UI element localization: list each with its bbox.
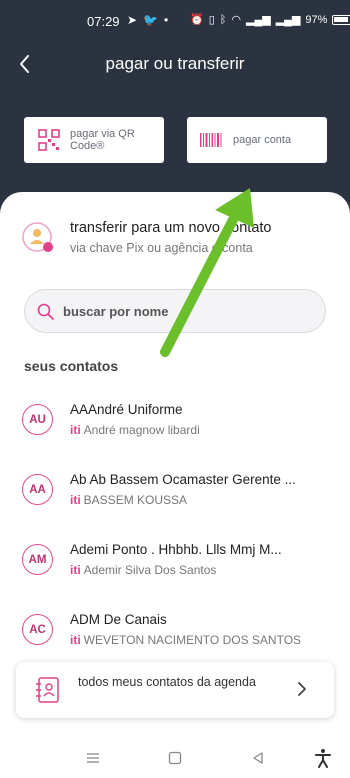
contact-subtitle: iti WEVETON NACIMENTO DOS SANTOS (70, 633, 302, 647)
contact-subtitle: iti Ademir Silva Dos Santos (70, 563, 217, 577)
address-book-icon (36, 677, 59, 703)
wifi-icon: ◠ (231, 14, 241, 26)
new-contact-subtitle: via chave Pix ou agência e conta (70, 241, 253, 255)
contact-item[interactable]: AM Ademi Ponto . Hhbhb. Llls Mmj M... it… (22, 542, 334, 584)
contacts-section-title: seus contatos (24, 358, 119, 374)
status-right: ⏰ ▯ ᛒ ◠ ▂▄▆ ▂▄▆ 97% (190, 13, 350, 26)
contact-item[interactable]: AU AAAndré Uniforme iti André magnow liba… (22, 402, 334, 444)
contact-item[interactable]: AC ADM De Canais iti WEVETON NACIMENTO DO… (22, 612, 334, 654)
notification-icons: ➤ 🐦 • (127, 13, 168, 27)
contact-name: AAAndré Uniforme (70, 402, 183, 417)
battery-percent: 97% (305, 13, 328, 26)
telegram-icon: ➤ (127, 13, 138, 27)
new-contact-title: transferir para um novo contato (70, 220, 272, 236)
dot-icon: • (164, 13, 169, 27)
back-nav-icon[interactable] (251, 751, 265, 765)
new-contact-transfer[interactable]: transferir para um novo contato via chav… (22, 220, 332, 262)
avatar: AC (22, 614, 53, 645)
search-icon (37, 303, 54, 320)
menu-icon[interactable] (86, 752, 100, 764)
iti-tag: iti (70, 633, 81, 647)
pay-bill-button[interactable]: pagar conta (187, 117, 327, 163)
status-time: 07:29 (87, 14, 120, 29)
contact-name: Ab Ab Bassem Ocamaster Gerente ... (70, 472, 296, 487)
agenda-label: todos meus contatos da agenda (78, 675, 256, 689)
all-contacts-agenda-button[interactable]: todos meus contatos da agenda (16, 662, 334, 718)
bluetooth-icon: ᛒ (219, 13, 227, 26)
search-placeholder: buscar por nome (63, 304, 169, 319)
barcode-icon (200, 133, 222, 147)
iti-tag: iti (70, 563, 81, 577)
pay-qr-label: pagar via QR Code® (70, 128, 135, 152)
vibrate-icon: ▯ (208, 14, 215, 26)
pix-contact-icon (22, 222, 53, 252)
home-icon[interactable] (168, 751, 182, 765)
system-nav-bar (0, 740, 350, 778)
contact-subtitle: iti André magnow libardi (70, 423, 200, 437)
search-input[interactable]: buscar por nome (24, 289, 326, 333)
contact-name: ADM De Canais (70, 612, 167, 627)
signal-icon: ▂▄▆ (245, 14, 271, 26)
avatar: AM (22, 544, 53, 575)
avatar: AA (22, 474, 53, 505)
contact-name: Ademi Ponto . Hhbhb. Llls Mmj M... (70, 542, 282, 557)
status-bar: 07:29 ➤ 🐦 • ⏰ ▯ ᛒ ◠ ▂▄▆ ▂▄▆ 97% (0, 8, 350, 36)
pay-qr-button[interactable]: pagar via QR Code® (24, 117, 164, 163)
contact-item[interactable]: AA Ab Ab Bassem Ocamaster Gerente ... it… (22, 472, 334, 514)
chevron-right-icon (298, 682, 306, 696)
page-title: pagar ou transferir (105, 54, 245, 73)
avatar: AU (22, 404, 53, 435)
twitter-icon: 🐦 (143, 13, 159, 27)
qr-code-icon (38, 129, 60, 151)
battery-icon (332, 14, 350, 25)
iti-tag: iti (70, 423, 81, 437)
alarm-icon: ⏰ (190, 14, 204, 26)
iti-tag: iti (70, 493, 81, 507)
contact-subtitle: iti BASSEM KOUSSA (70, 493, 188, 507)
accessibility-icon[interactable] (315, 748, 331, 768)
pay-bill-label: pagar conta (233, 134, 292, 146)
signal2-icon: ▂▄▆ (275, 14, 301, 26)
